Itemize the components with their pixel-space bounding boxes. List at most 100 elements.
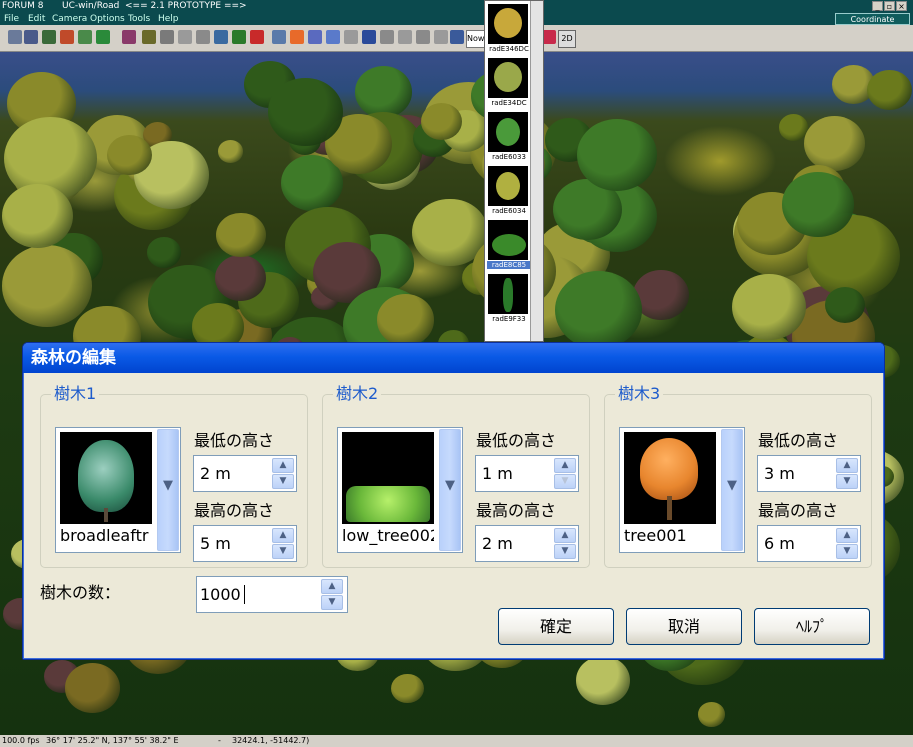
- fly-icon[interactable]: [326, 30, 340, 44]
- route-icon[interactable]: [196, 30, 210, 44]
- menu-options[interactable]: Options: [90, 13, 125, 25]
- close-button[interactable]: ×: [896, 1, 907, 11]
- min-height-spinner[interactable]: 1 m ▲ ▼: [475, 455, 579, 492]
- tree-model-select[interactable]: low_tree002 ▼: [337, 427, 463, 553]
- picker-item[interactable]: radE6034: [487, 166, 529, 218]
- tree-model-name: tree001: [624, 526, 687, 545]
- picker-item[interactable]: radE9F33: [487, 274, 529, 326]
- tree-model-select[interactable]: broadleaftr ▼: [55, 427, 181, 553]
- tree-model-name: low_tree002: [342, 526, 434, 545]
- terrain-icon[interactable]: [24, 30, 38, 44]
- 2d-button[interactable]: 2D: [558, 30, 576, 48]
- spin-up-icon[interactable]: ▲: [554, 458, 576, 473]
- spin-down-icon[interactable]: ▼: [836, 474, 858, 489]
- menu-help[interactable]: Help: [158, 13, 179, 25]
- min-height-spinner[interactable]: 2 m ▲ ▼: [193, 455, 297, 492]
- tree-count-spinner[interactable]: ▲ ▼: [319, 579, 345, 610]
- picker-item-label: radE34DC: [491, 99, 527, 107]
- picker-scrollbar[interactable]: [530, 1, 543, 341]
- tree-preview-icon: [60, 432, 152, 524]
- spin-down-icon[interactable]: ▼: [836, 544, 858, 559]
- tree-thumbnail-icon: [488, 58, 528, 98]
- menu-tools[interactable]: Tools: [128, 13, 150, 25]
- spin-down-icon[interactable]: ▼: [554, 544, 576, 559]
- walk-icon[interactable]: [290, 30, 304, 44]
- picker-item[interactable]: radE34DC: [487, 58, 529, 110]
- spin-down-icon[interactable]: ▼: [272, 544, 294, 559]
- dropdown-button[interactable]: ▼: [157, 429, 179, 551]
- menu-edit[interactable]: Edit: [28, 13, 45, 25]
- min-height-spinner[interactable]: 3 m ▲ ▼: [757, 455, 861, 492]
- menu-file[interactable]: File: [4, 13, 19, 25]
- bridge-icon[interactable]: [178, 30, 192, 44]
- flag-icon[interactable]: [542, 30, 556, 44]
- tree-canopy: [2, 183, 74, 248]
- spin-down-icon[interactable]: ▼: [554, 474, 576, 489]
- spin-up-icon[interactable]: ▲: [836, 528, 858, 543]
- product-name: UC-win/Road: [62, 1, 120, 11]
- pause-icon[interactable]: [398, 30, 412, 44]
- dropdown-button[interactable]: ▼: [721, 429, 743, 551]
- tree-model-select[interactable]: tree001 ▼: [619, 427, 745, 553]
- help-button[interactable]: ﾍﾙﾌﾟ: [754, 608, 870, 645]
- print-icon[interactable]: [434, 30, 448, 44]
- tree-canopy: [803, 115, 865, 171]
- cancel-button[interactable]: 取消: [626, 608, 742, 645]
- spin-down-icon[interactable]: ▼: [321, 595, 343, 610]
- model-icon[interactable]: [122, 30, 136, 44]
- camera-icon[interactable]: [380, 30, 394, 44]
- minimize-button[interactable]: _: [872, 1, 883, 11]
- coordinate-system-button[interactable]: Coordinate System 8: [835, 13, 910, 36]
- picker-item-selected[interactable]: radE8C85: [487, 220, 531, 272]
- forest-icon[interactable]: [96, 30, 110, 44]
- max-height-spinner[interactable]: 6 m ▲ ▼: [757, 525, 861, 562]
- restore-button[interactable]: ▫: [884, 1, 895, 11]
- road-icon[interactable]: [8, 30, 22, 44]
- max-height-spinner[interactable]: 2 m ▲ ▼: [475, 525, 579, 562]
- tree-model-name: broadleaftr: [60, 526, 149, 545]
- view-icon[interactable]: [450, 30, 464, 44]
- spin-up-icon[interactable]: ▲: [272, 458, 294, 473]
- group-title: 樹木1: [51, 385, 100, 403]
- tree-group-2: 樹木2 low_tree002 ▼ 最低の高さ 1 m ▲ ▼ 最高の高さ 2 m…: [322, 385, 590, 568]
- picker-item[interactable]: radE346DC: [487, 4, 529, 56]
- min-height-value: 2 m: [200, 464, 231, 483]
- menu-camera[interactable]: Camera: [52, 13, 87, 25]
- tunnel-icon[interactable]: [160, 30, 174, 44]
- menu-bar: File Edit Camera Options Tools Help: [0, 13, 913, 25]
- dropdown-button[interactable]: ▼: [439, 429, 461, 551]
- move-icon[interactable]: [308, 30, 322, 44]
- tree-icon[interactable]: [78, 30, 92, 44]
- chevron-down-icon: ▼: [727, 478, 737, 493]
- tree-canopy: [778, 114, 808, 141]
- picker-item-label: radE8C85: [487, 261, 531, 269]
- help-icon[interactable]: [362, 30, 376, 44]
- text-caret: [244, 585, 245, 604]
- globe-icon[interactable]: [214, 30, 228, 44]
- spin-up-icon[interactable]: ▲: [272, 528, 294, 543]
- ok-button[interactable]: 確定: [498, 608, 614, 645]
- spin-down-icon[interactable]: ▼: [272, 474, 294, 489]
- landscape-icon[interactable]: [232, 30, 246, 44]
- spin-up-icon[interactable]: ▲: [836, 458, 858, 473]
- tree-canopy: [577, 119, 657, 191]
- picker-item[interactable]: radE6033: [487, 112, 529, 164]
- spin-up-icon[interactable]: ▲: [321, 579, 343, 594]
- tree-canopy: [147, 237, 182, 269]
- chevron-down-icon: ▼: [445, 478, 455, 493]
- sign-icon[interactable]: [142, 30, 156, 44]
- tree-thumbnail-icon: [488, 112, 528, 152]
- max-height-spinner[interactable]: 5 m ▲ ▼: [193, 525, 297, 562]
- record-icon[interactable]: [250, 30, 264, 44]
- tree-count-input[interactable]: 1000 ▲ ▼: [196, 576, 348, 613]
- tree-canopy: [697, 702, 725, 727]
- person-icon[interactable]: [60, 30, 74, 44]
- pan-icon[interactable]: [344, 30, 358, 44]
- grid-icon[interactable]: [42, 30, 56, 44]
- rotate-icon[interactable]: [272, 30, 286, 44]
- spin-up-icon[interactable]: ▲: [554, 528, 576, 543]
- min-height-value: 1 m: [482, 464, 513, 483]
- tree-group-1: 樹木1 broadleaftr ▼ 最低の高さ 2 m ▲ ▼ 最高の高さ 5 m…: [40, 385, 308, 568]
- car-icon[interactable]: [416, 30, 430, 44]
- tree-preview-icon: [342, 432, 434, 524]
